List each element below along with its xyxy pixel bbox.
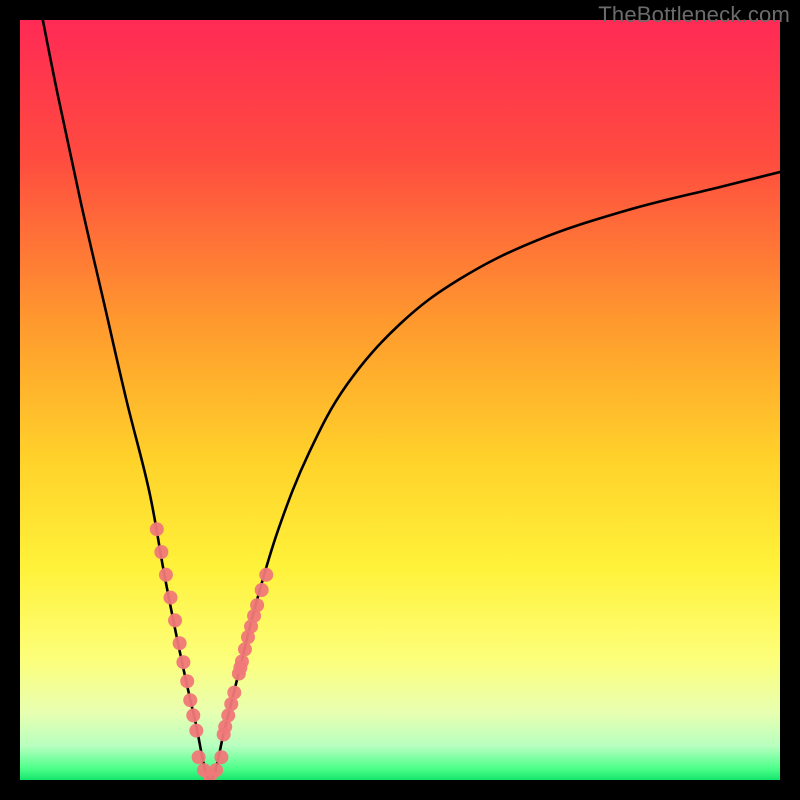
data-dot: [189, 724, 203, 738]
data-dot: [192, 750, 206, 764]
plot-area: [20, 20, 780, 780]
data-dot: [227, 686, 241, 700]
data-dot: [186, 708, 200, 722]
data-dot: [238, 642, 252, 656]
data-dot: [150, 522, 164, 536]
data-dot: [259, 568, 273, 582]
bottleneck-curve: [43, 20, 780, 780]
data-dot: [176, 655, 190, 669]
data-dot: [250, 598, 264, 612]
data-dot: [235, 654, 249, 668]
data-dot: [255, 583, 269, 597]
data-dot: [154, 545, 168, 559]
data-dot: [183, 693, 197, 707]
outer-frame: TheBottleneck.com: [0, 0, 800, 800]
data-dot: [173, 636, 187, 650]
chart-overlay: [20, 20, 780, 780]
data-dot: [180, 674, 194, 688]
data-dot: [168, 613, 182, 627]
data-dot: [163, 591, 177, 605]
data-dot: [209, 763, 223, 777]
data-dot: [214, 750, 228, 764]
data-dot: [159, 568, 173, 582]
watermark-text: TheBottleneck.com: [598, 2, 790, 28]
data-dots: [150, 522, 273, 780]
